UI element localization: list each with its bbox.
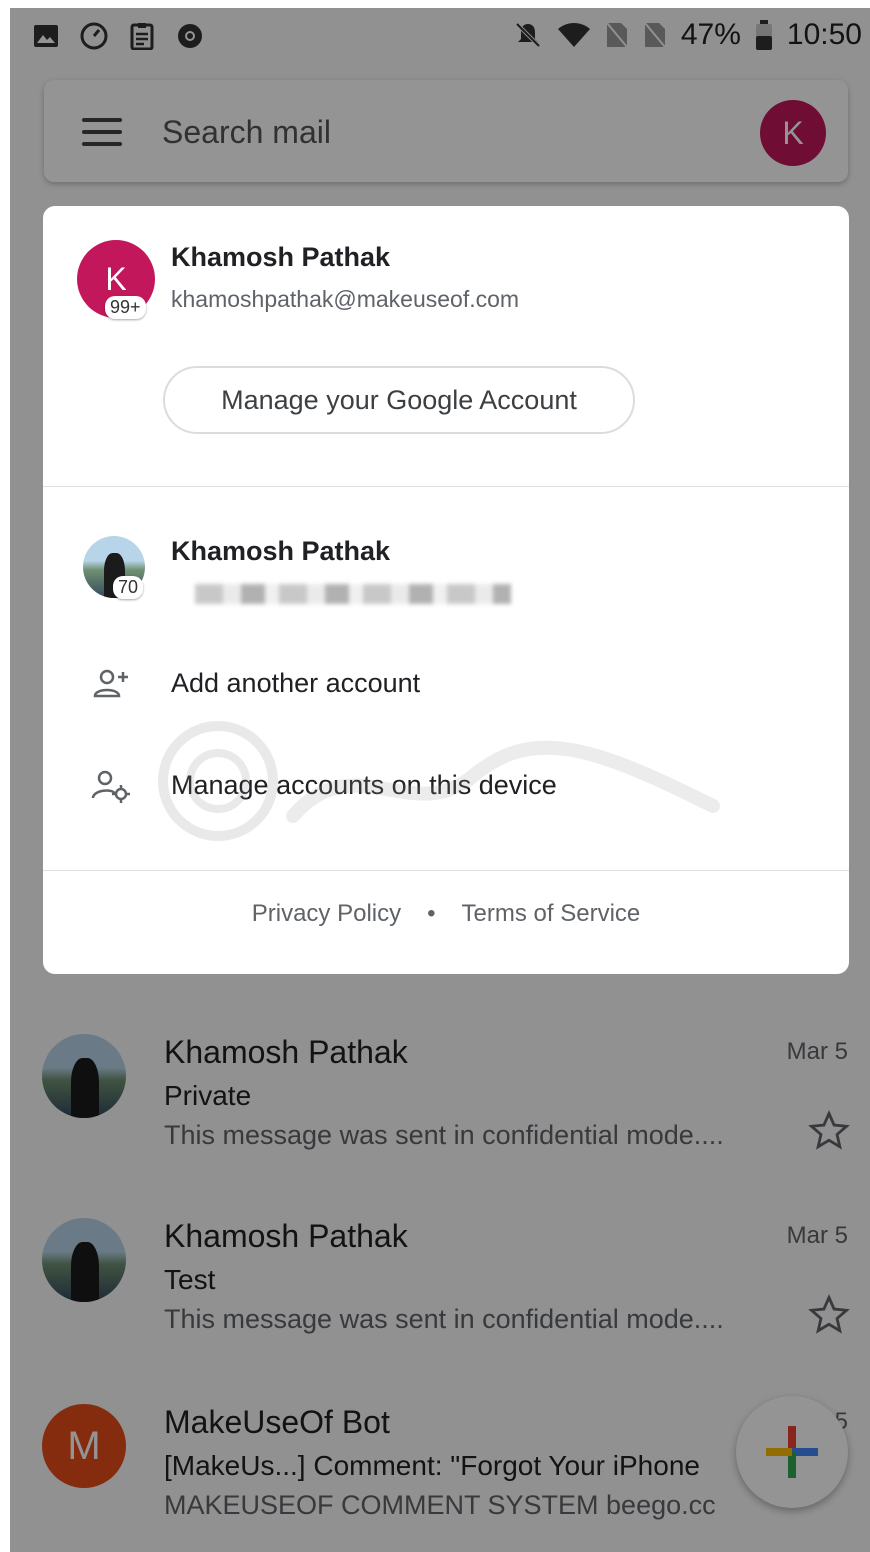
primary-account-name: Khamosh Pathak [171,242,391,272]
manage-accounts-icon [91,770,130,803]
manage-accounts-label: Manage accounts on this device [171,770,557,800]
terms-of-service-link[interactable]: Terms of Service [462,900,641,928]
privacy-policy-link[interactable]: Privacy Policy [252,900,401,928]
add-account-label: Add another account [171,668,421,698]
gmail-screen: 47% 10:50 Search mail K Khamosh Pathak M… [10,8,870,1552]
redacted-email [195,584,511,604]
footer-links: Privacy Policy • Terms of Service [43,900,849,928]
account-switcher-card: K 99+ Khamosh Pathak khamoshpathak@makeu… [43,206,849,974]
unread-badge: 70 [113,576,144,599]
add-account-item[interactable]: Add another account [43,638,849,728]
secondary-account-name: Khamosh Pathak [171,536,391,566]
unread-badge: 99+ [105,296,146,319]
primary-account-email: khamoshpathak@makeuseof.com [171,286,520,312]
manage-google-account-button[interactable]: Manage your Google Account [163,366,635,434]
add-person-icon [93,669,128,698]
divider [43,870,849,871]
divider [43,486,849,487]
footer-separator: • [427,900,436,927]
manage-accounts-item[interactable]: Manage accounts on this device [43,740,849,830]
